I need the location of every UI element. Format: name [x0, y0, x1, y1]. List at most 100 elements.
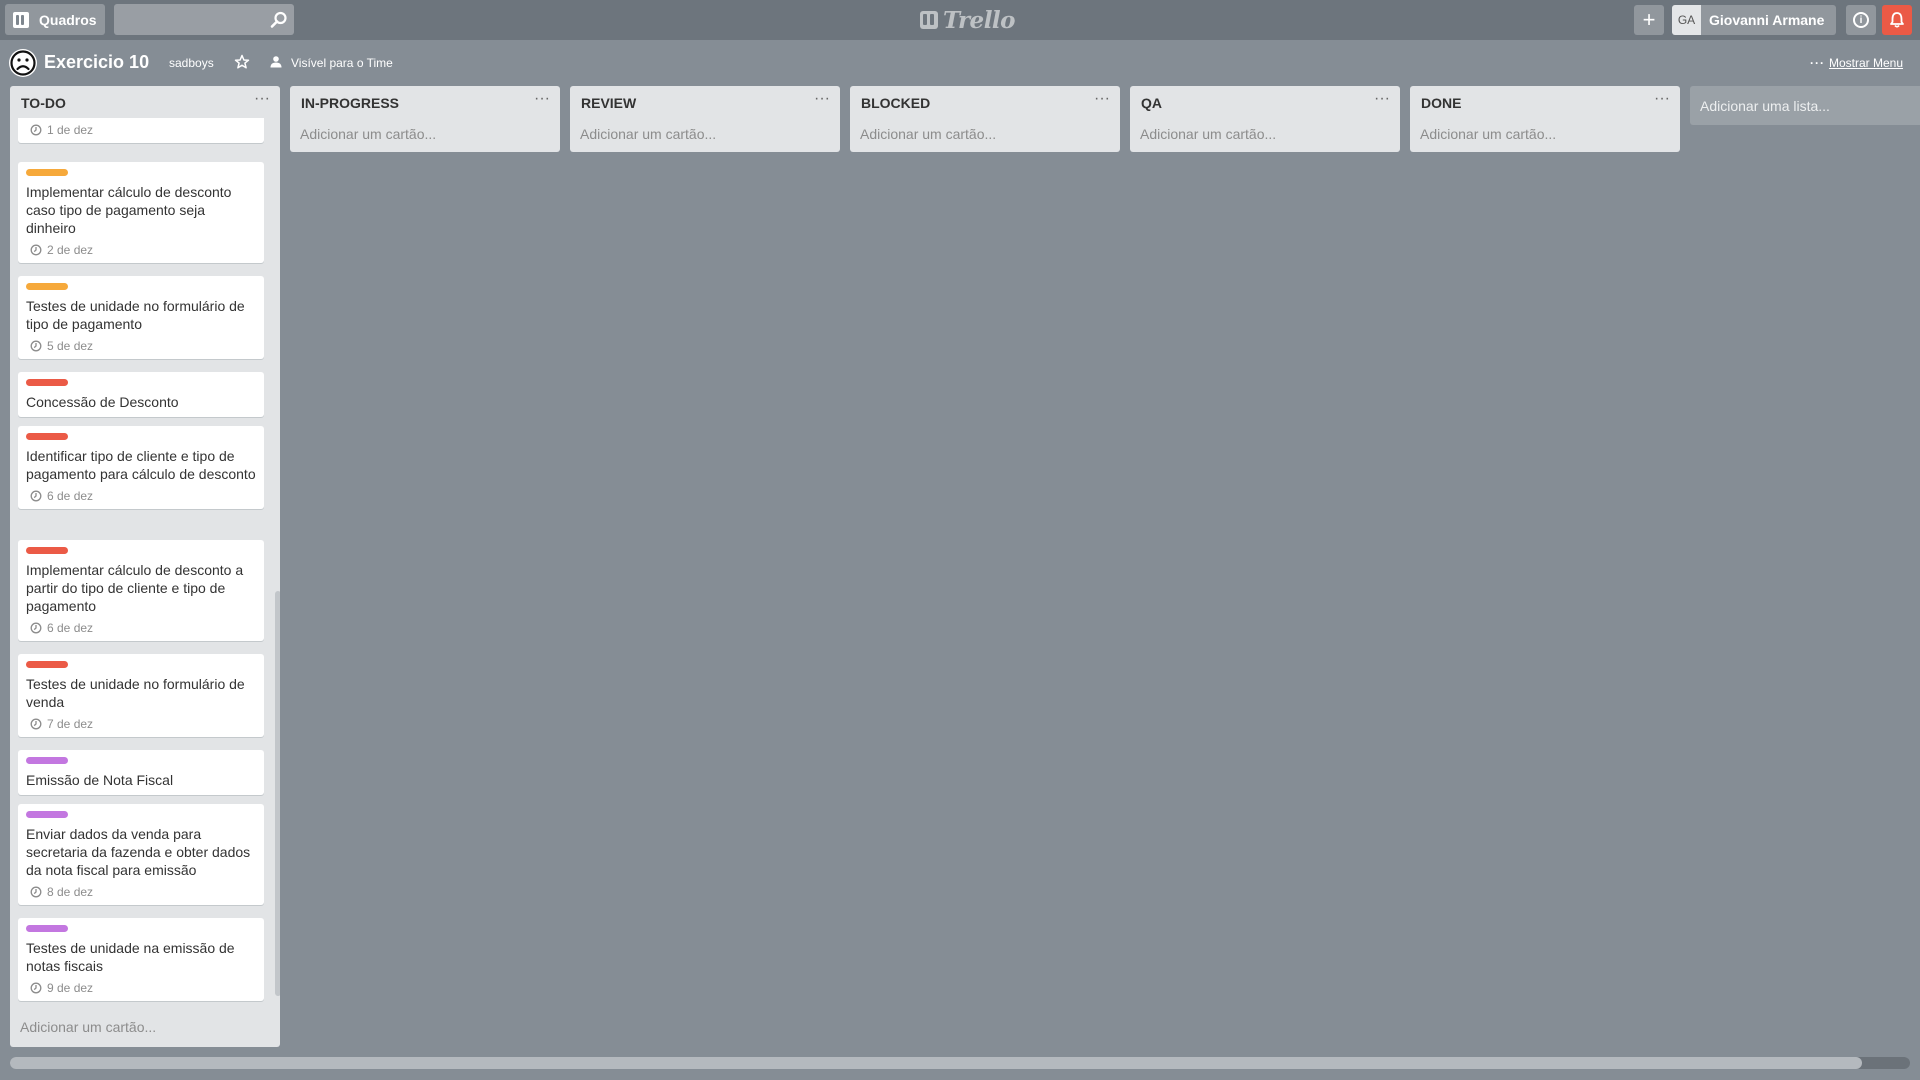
card[interactable]: Enviar dados da venda para secretaria da… — [18, 804, 264, 905]
list-header[interactable]: DONE ··· — [1410, 86, 1680, 118]
list-menu-icon[interactable]: ··· — [814, 90, 830, 108]
add-card-link[interactable]: Adicionar um cartão... — [10, 1011, 280, 1045]
list-title[interactable]: TO-DO — [21, 95, 66, 111]
card[interactable]: Testes de unidade no formulário de venda… — [18, 654, 264, 737]
due-date-badge: 6 de dez — [26, 621, 257, 635]
due-date-text: 1 de dez — [47, 123, 94, 137]
add-card-link[interactable]: Adicionar um cartão... — [570, 118, 840, 152]
list-menu-icon[interactable]: ··· — [534, 90, 550, 108]
show-menu-link[interactable]: Mostrar Menu — [1829, 56, 1903, 70]
create-button[interactable]: + — [1634, 5, 1664, 35]
card-label-purple[interactable] — [26, 925, 68, 932]
due-date-badge: 6 de dez — [26, 489, 257, 503]
card[interactable]: Concessão de Desconto — [18, 372, 264, 417]
list-title[interactable]: REVIEW — [581, 95, 636, 111]
board-title[interactable]: Exercicio 10 — [44, 52, 149, 73]
horizontal-scrollbar-thumb[interactable] — [10, 1057, 1862, 1069]
list-menu-icon[interactable]: ··· — [1374, 90, 1390, 108]
card[interactable]: Identificar tipo de cliente e tipo de pa… — [18, 426, 264, 509]
list-header[interactable]: QA ··· — [1130, 86, 1400, 118]
boards-icon — [13, 11, 29, 28]
star-icon[interactable] — [234, 54, 250, 70]
clock-icon — [30, 718, 42, 730]
horizontal-scrollbar[interactable] — [10, 1057, 1910, 1069]
due-date-badge: 8 de dez — [26, 885, 257, 899]
search-input[interactable] — [114, 4, 294, 35]
list-qa: QA ··· Adicionar um cartão... — [1130, 86, 1400, 152]
card-label-purple[interactable] — [26, 811, 68, 818]
boards-button[interactable]: Quadros — [5, 4, 105, 35]
list-title[interactable]: IN-PROGRESS — [301, 95, 399, 111]
list-in-progress: IN-PROGRESS ··· Adicionar um cartão... — [290, 86, 560, 152]
clock-icon — [30, 340, 42, 352]
list-header[interactable]: BLOCKED ··· — [850, 86, 1120, 118]
add-card-link[interactable]: Adicionar um cartão... — [1410, 118, 1680, 152]
due-date-text: 5 de dez — [47, 339, 94, 353]
card-label-red[interactable] — [26, 547, 68, 554]
card-title: Implementar cálculo de desconto a partir… — [26, 562, 244, 614]
due-date-badge: 1 de dez — [26, 123, 257, 137]
clock-icon — [30, 244, 42, 256]
list-menu-icon[interactable]: ··· — [254, 90, 270, 108]
add-card-link[interactable]: Adicionar um cartão... — [290, 118, 560, 152]
card[interactable]: 1 de dez — [18, 118, 264, 143]
list-header[interactable]: TO-DO ··· — [10, 86, 280, 118]
user-menu-button[interactable]: GA Giovanni Armane — [1672, 5, 1836, 35]
list-done: DONE ··· Adicionar um cartão... — [1410, 86, 1680, 152]
card[interactable]: Implementar cálculo de desconto caso tip… — [18, 162, 264, 263]
card-list: 1 de dez Implementar cálculo de desconto… — [10, 118, 280, 1005]
search-icon[interactable] — [270, 11, 288, 29]
card-label-orange[interactable] — [26, 169, 68, 176]
list-header[interactable]: IN-PROGRESS ··· — [290, 86, 560, 118]
due-date-text: 6 de dez — [47, 621, 94, 635]
list-title[interactable]: DONE — [1421, 95, 1461, 111]
card-title: Implementar cálculo de desconto caso tip… — [26, 184, 232, 236]
top-bar: Quadros Trello + GA Giovanni Armane i — [0, 0, 1920, 40]
list-blocked: BLOCKED ··· Adicionar um cartão... — [850, 86, 1120, 152]
add-list-button[interactable]: Adicionar uma lista... — [1690, 86, 1920, 125]
user-name: Giovanni Armane — [1709, 12, 1825, 28]
more-icon[interactable]: ··· — [1810, 56, 1825, 70]
card[interactable]: Testes de unidade no formulário de tipo … — [18, 276, 264, 359]
card-title: Concessão de Desconto — [26, 394, 179, 410]
card-title: Testes de unidade na emissão de notas fi… — [26, 940, 235, 974]
card[interactable]: Implementar cálculo de desconto a partir… — [18, 540, 264, 641]
clock-icon — [30, 490, 42, 502]
card-label-red[interactable] — [26, 433, 68, 440]
notifications-button[interactable] — [1882, 5, 1912, 35]
trello-logo-text: Trello — [943, 6, 1016, 34]
info-button[interactable]: i — [1846, 5, 1876, 35]
card-label-purple[interactable] — [26, 757, 68, 764]
card-label-red[interactable] — [26, 379, 68, 386]
boards-label: Quadros — [39, 11, 97, 28]
list-title[interactable]: QA — [1141, 95, 1162, 111]
clock-icon — [30, 124, 42, 136]
due-date-badge: 7 de dez — [26, 717, 257, 731]
list-header[interactable]: REVIEW ··· — [570, 86, 840, 118]
card[interactable]: Testes de unidade na emissão de notas fi… — [18, 918, 264, 1001]
due-date-text: 9 de dez — [47, 981, 94, 995]
team-visibility-icon[interactable] — [270, 55, 282, 68]
visibility-label[interactable]: Visível para o Time — [291, 56, 393, 70]
trello-logo[interactable]: Trello — [920, 6, 1016, 34]
list-menu-icon[interactable]: ··· — [1094, 90, 1110, 108]
clock-icon — [30, 622, 42, 634]
bell-icon — [1890, 12, 1904, 28]
board-header: Exercicio 10 sadboys Visível para o Time… — [0, 46, 1920, 78]
clock-icon — [30, 886, 42, 898]
avatar: GA — [1672, 5, 1701, 35]
card[interactable]: Emissão de Nota Fiscal — [18, 750, 264, 795]
card-label-red[interactable] — [26, 661, 68, 668]
board-team[interactable]: sadboys — [169, 56, 214, 70]
card-label-orange[interactable] — [26, 283, 68, 290]
add-card-link[interactable]: Adicionar um cartão... — [850, 118, 1120, 152]
list-review: REVIEW ··· Adicionar um cartão... — [570, 86, 840, 152]
due-date-text: 2 de dez — [47, 243, 94, 257]
list-scrollbar[interactable] — [275, 591, 280, 996]
clock-icon — [30, 982, 42, 994]
add-card-link[interactable]: Adicionar um cartão... — [1130, 118, 1400, 152]
list-title[interactable]: BLOCKED — [861, 95, 930, 111]
list-menu-icon[interactable]: ··· — [1654, 90, 1670, 108]
info-icon: i — [1853, 12, 1869, 28]
due-date-text: 7 de dez — [47, 717, 94, 731]
